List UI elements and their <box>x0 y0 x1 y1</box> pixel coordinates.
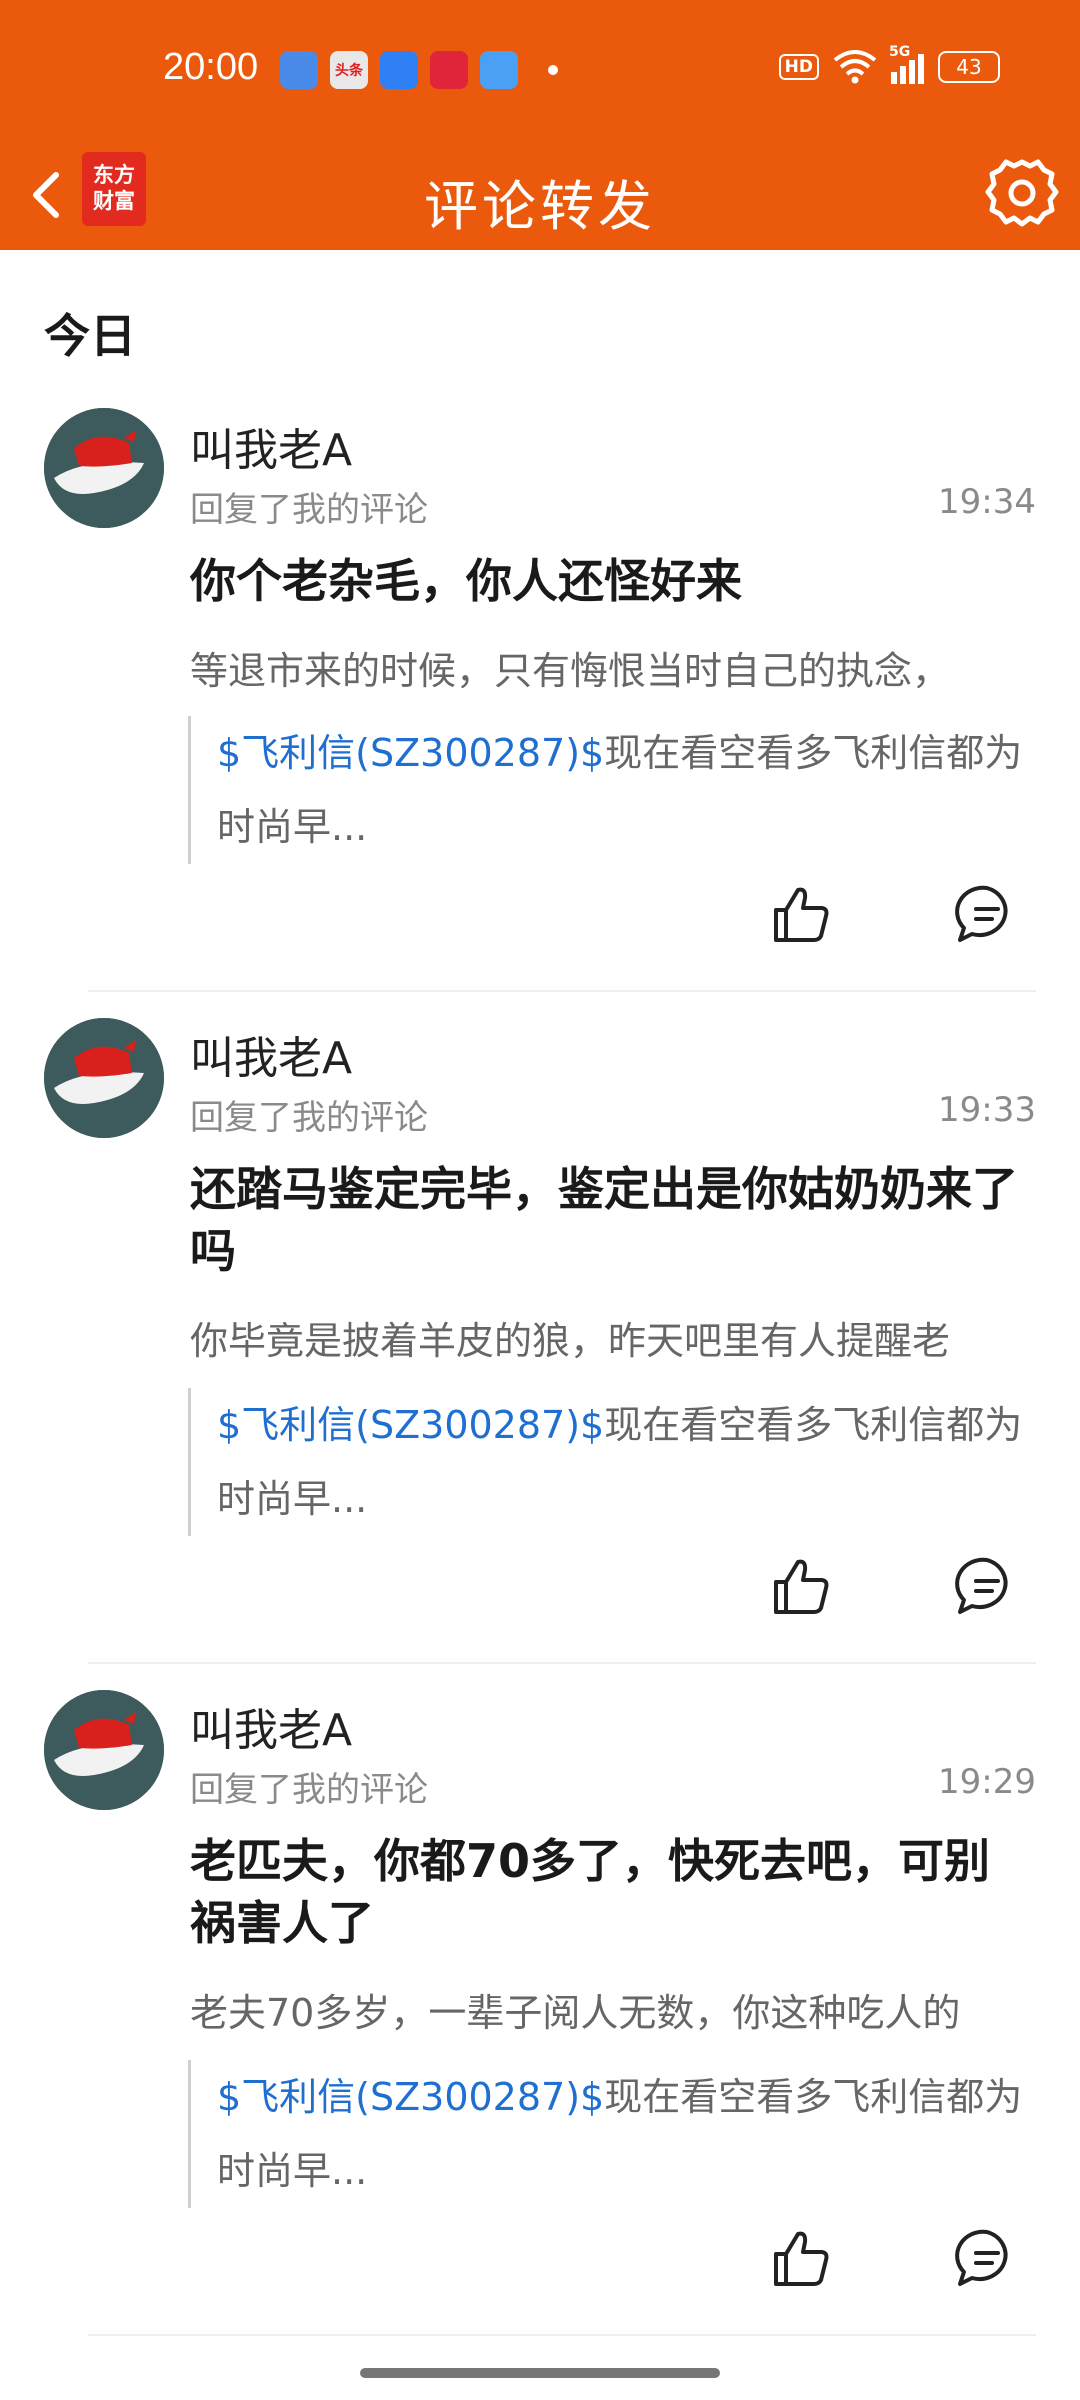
maps-app-icon <box>280 51 318 89</box>
like-thumb-icon[interactable] <box>768 1554 834 1620</box>
bull-avatar-icon <box>44 408 164 528</box>
feather-app-icon <box>480 51 518 89</box>
timestamp: 19:33 <box>938 1090 1036 1130</box>
battery-indicator: 43 <box>938 51 1000 83</box>
stock-link[interactable]: $飞利信(SZ300287)$ <box>217 1403 604 1447</box>
quoted-post[interactable]: $飞利信(SZ300287)$现在看空看多飞利信都为时尚早... <box>188 2060 1034 2208</box>
timestamp: 19:34 <box>938 482 1036 522</box>
system-indicators: HD 5G 43 <box>778 44 1000 84</box>
divider <box>88 990 1036 992</box>
quoted-post[interactable]: $飞利信(SZ300287)$现在看空看多飞利信都为时尚早... <box>188 716 1034 864</box>
page-title: 评论转发 <box>424 175 656 238</box>
like-thumb-icon[interactable] <box>768 882 834 948</box>
reply-comment[interactable]: 老匹夫，你都70多了，快死去吧，可别祸害人了 <box>190 1830 1030 1954</box>
action-text: 回复了我的评论 <box>190 490 428 530</box>
divider <box>88 1662 1036 1664</box>
hd-badge: HD <box>778 54 819 80</box>
avatar[interactable] <box>44 1018 164 1138</box>
comment-bubble-icon[interactable] <box>954 2226 1020 2292</box>
settings-gear-icon[interactable] <box>980 152 1064 236</box>
network-type: 5G <box>889 44 911 60</box>
section-title-today: 今日 <box>44 309 136 363</box>
status-time: 20:00 <box>163 46 259 88</box>
user-name[interactable]: 叫我老A <box>190 414 352 478</box>
heart-app-icon <box>430 51 468 89</box>
toutiao-app-icon: 头条 <box>330 51 368 89</box>
notification-icons: 头条 <box>280 51 558 89</box>
timestamp: 19:29 <box>938 1762 1036 1802</box>
reply-comment[interactable]: 还踏马鉴定完毕，鉴定出是你姑奶奶来了吗 <box>190 1158 1030 1282</box>
signal-icon: 5G <box>889 44 924 84</box>
bull-avatar-icon <box>44 1018 164 1138</box>
action-text: 回复了我的评论 <box>190 1098 428 1138</box>
bag-app-icon <box>380 51 418 89</box>
user-name[interactable]: 叫我老A <box>190 1022 352 1086</box>
like-thumb-icon[interactable] <box>768 2226 834 2292</box>
avatar[interactable] <box>44 1690 164 1810</box>
action-text: 回复了我的评论 <box>190 1770 428 1810</box>
quoted-post[interactable]: $飞利信(SZ300287)$现在看空看多飞利信都为时尚早... <box>188 1388 1034 1536</box>
comment-bubble-icon[interactable] <box>954 1554 1020 1620</box>
app-header: 东方 财富 评论转发 <box>0 140 1080 250</box>
home-indicator[interactable] <box>360 2368 720 2378</box>
my-original-comment[interactable]: 你毕竟是披着羊皮的狼，昨天吧里有人提醒老 <box>190 1310 1036 1365</box>
wifi-icon <box>833 50 877 84</box>
bull-avatar-icon <box>44 1690 164 1810</box>
user-name[interactable]: 叫我老A <box>190 1694 352 1758</box>
comment-bubble-icon[interactable] <box>954 882 1020 948</box>
my-original-comment[interactable]: 老夫70多岁，一辈子阅人无数，你这种吃人的 <box>190 1982 1036 2037</box>
reply-comment[interactable]: 你个老杂毛，你人还怪好来 <box>190 550 1030 612</box>
status-bar: 20:00 头条 HD 5G 43 <box>0 0 1080 140</box>
avatar[interactable] <box>44 408 164 528</box>
more-notifications-dot <box>548 65 558 75</box>
my-original-comment[interactable]: 等退市来的时候，只有悔恨当时自己的执念， <box>190 640 1036 695</box>
stock-link[interactable]: $飞利信(SZ300287)$ <box>217 731 604 775</box>
stock-link[interactable]: $飞利信(SZ300287)$ <box>217 2075 604 2119</box>
divider <box>88 2334 1036 2336</box>
